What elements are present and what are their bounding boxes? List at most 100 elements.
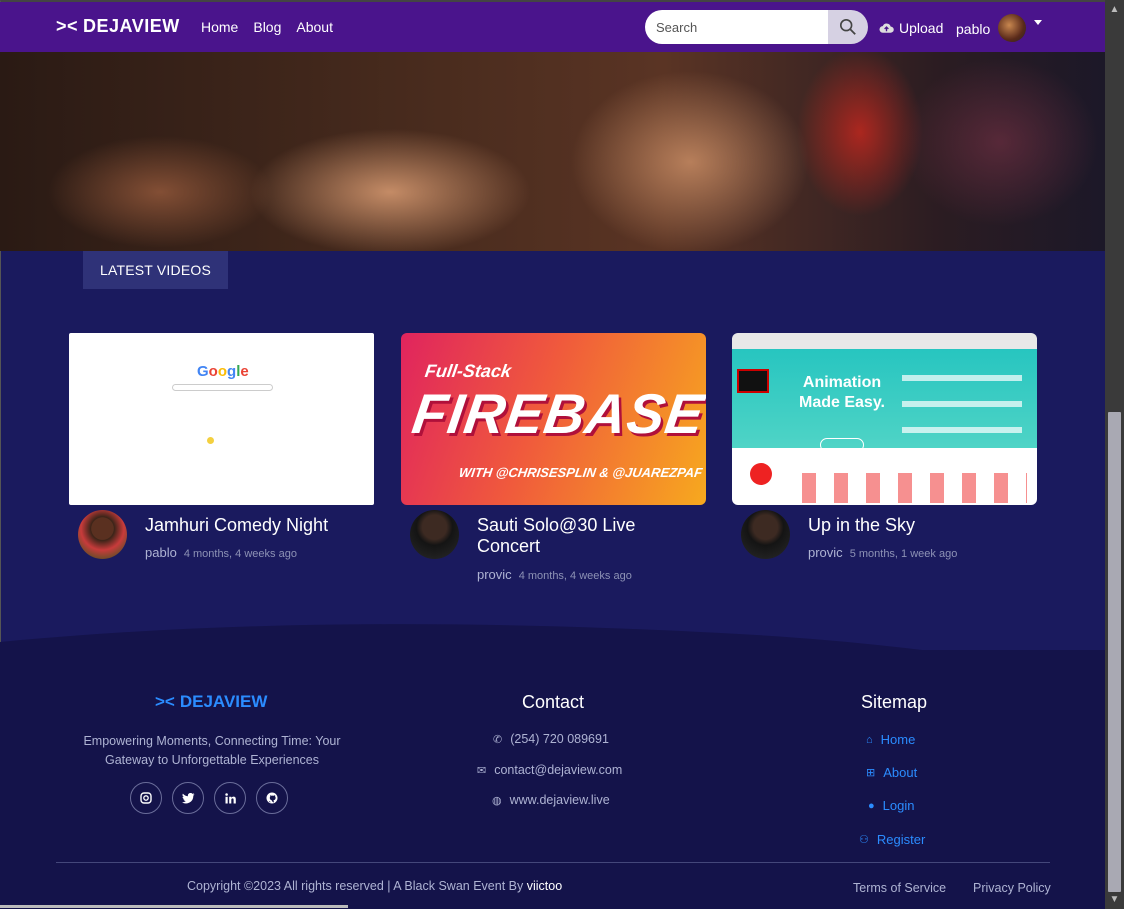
contact-email[interactable]: ✉ contact@dejaview.com xyxy=(477,763,622,777)
footer-brand-name: DEJAVIEW xyxy=(179,692,268,711)
contact-website[interactable]: ◍ www.dejaview.live xyxy=(492,793,610,807)
brand-logo[interactable]: >< DEJAVIEW xyxy=(56,16,180,37)
sitemap-title: Sitemap xyxy=(861,692,928,712)
video-byline: provic 5 months, 1 week ago xyxy=(808,545,957,560)
sitemap-label: Register xyxy=(876,832,926,847)
author-avatar[interactable] xyxy=(78,510,127,559)
video-thumbnail[interactable]: Animation Made Easy. xyxy=(732,333,1037,505)
video-meta: Jamhuri Comedy Night pablo 4 months, 4 we… xyxy=(69,505,374,585)
footer-tagline: Empowering Moments, Connecting Time: You… xyxy=(83,734,341,767)
thumbnail-text: WITH @CHRISESPLIN & @JUAREZPAF xyxy=(457,465,704,480)
navbar: >< DEJAVIEW Home Blog About Upload pablo xyxy=(0,2,1106,52)
nav-home-link[interactable]: Home xyxy=(201,19,238,35)
video-age: 5 months, 1 week ago xyxy=(849,548,958,560)
contact-phone[interactable]: ✆ (254) 720 089691 xyxy=(493,732,609,746)
cursor-highlight xyxy=(207,437,214,444)
brand-mark-icon: >< xyxy=(155,692,175,711)
sitemap-about-link[interactable]: ⊞ About xyxy=(866,765,917,780)
website-text: www.dejaview.live xyxy=(509,793,610,807)
video-title[interactable]: Jamhuri Comedy Night xyxy=(145,515,355,536)
thumbnail-row xyxy=(902,375,1022,381)
brand-mark-icon: >< xyxy=(56,16,79,36)
video-thumbnail[interactable]: Google xyxy=(69,333,374,505)
phone-text: (254) 720 089691 xyxy=(510,732,609,746)
copyright-text: Copyright ©2023 All rights reserved | A … xyxy=(187,879,562,893)
envelope-icon: ✉ xyxy=(477,764,487,777)
thumbnail-text: Animation Made Easy. xyxy=(799,374,885,411)
video-author[interactable]: pablo xyxy=(145,545,177,560)
footer xyxy=(0,650,1106,909)
sitemap-label: Login xyxy=(882,798,915,813)
thumbnail-table xyxy=(802,473,1027,503)
twitter-icon[interactable] xyxy=(172,782,204,814)
scroll-up-icon[interactable]: ▲ xyxy=(1105,2,1124,18)
search-button[interactable] xyxy=(828,10,868,44)
video-byline: provic 4 months, 4 weeks ago xyxy=(477,567,632,582)
video-title[interactable]: Up in the Sky xyxy=(808,515,1018,536)
video-age: 4 months, 4 weeks ago xyxy=(183,548,297,560)
user-menu[interactable]: pablo xyxy=(956,14,1043,42)
copyright-label: Copyright ©2023 All rights reserved | A … xyxy=(187,879,524,893)
thumbnail-text: Full-Stack xyxy=(423,361,513,381)
sitemap-register-link[interactable]: ⚇ Register xyxy=(859,832,925,847)
linkedin-icon[interactable] xyxy=(214,782,246,814)
video-card[interactable]: Google Jamhuri Comedy Night pablo 4 month… xyxy=(69,333,374,585)
latest-videos-tab[interactable]: LATEST VIDEOS xyxy=(83,251,228,289)
video-card[interactable]: Animation Made Easy. Up in the Sky provi… xyxy=(732,333,1037,585)
user-icon: ● xyxy=(868,799,875,812)
thumbnail-row xyxy=(902,427,1022,433)
hero-banner xyxy=(0,52,1106,251)
sitemap-label: Home xyxy=(880,732,916,747)
thumbnail-button xyxy=(820,438,864,452)
user-avatar xyxy=(998,14,1027,42)
video-card[interactable]: Full-Stack FIREBASE WITH @CHRISESPLIN & … xyxy=(401,333,706,585)
author-avatar[interactable] xyxy=(741,510,790,559)
nav-blog-link[interactable]: Blog xyxy=(253,19,281,35)
instagram-icon[interactable] xyxy=(130,782,162,814)
sitemap-label: About xyxy=(883,765,918,780)
cloud-upload-icon xyxy=(879,23,894,33)
author-link[interactable]: viictoo xyxy=(527,879,562,893)
video-thumbnail[interactable]: Full-Stack FIREBASE WITH @CHRISESPLIN & … xyxy=(401,333,706,505)
thumbnail-row xyxy=(902,401,1022,407)
nav-about-link[interactable]: About xyxy=(296,19,333,35)
sitemap-login-link[interactable]: ● Login xyxy=(868,798,914,813)
globe-icon: ◍ xyxy=(492,794,502,807)
thumbnail-badge xyxy=(750,463,772,485)
scroll-thumb[interactable] xyxy=(1108,412,1121,892)
privacy-link[interactable]: Privacy Policy xyxy=(973,881,1051,895)
video-age: 4 months, 4 weeks ago xyxy=(518,570,632,582)
footer-brand-logo[interactable]: >< DEJAVIEW xyxy=(155,692,267,712)
video-title[interactable]: Sauti Solo@30 Live Concert xyxy=(477,515,687,557)
thumbnail-text: FIREBASE xyxy=(408,382,706,445)
upload-label: Upload xyxy=(899,20,944,36)
thumbnail-text: Google xyxy=(197,363,249,380)
vertical-scrollbar[interactable]: ▲ ▼ xyxy=(1105,0,1124,909)
social-links xyxy=(130,782,288,814)
home-icon: ⌂ xyxy=(866,733,873,746)
footer-divider xyxy=(56,862,1050,863)
search-bar xyxy=(645,10,868,44)
video-author[interactable]: provic xyxy=(477,567,512,582)
nav-links: Home Blog About xyxy=(201,19,333,35)
brand-name: DEJAVIEW xyxy=(83,16,180,36)
author-avatar[interactable] xyxy=(410,510,459,559)
video-byline: pablo 4 months, 4 weeks ago xyxy=(145,545,297,560)
thumbnail-logo xyxy=(737,369,769,393)
upload-link[interactable]: Upload xyxy=(879,20,943,36)
sitemap-home-link[interactable]: ⌂ Home xyxy=(866,732,915,747)
email-text: contact@dejaview.com xyxy=(494,763,623,777)
video-meta: Sauti Solo@30 Live Concert provic 4 month… xyxy=(401,505,706,585)
video-author[interactable]: provic xyxy=(808,545,843,560)
video-meta: Up in the Sky provic 5 months, 1 week ago xyxy=(732,505,1037,585)
scroll-down-icon[interactable]: ▼ xyxy=(1105,892,1124,908)
caret-down-icon xyxy=(1034,19,1043,25)
search-input[interactable] xyxy=(645,10,828,44)
github-icon[interactable] xyxy=(256,782,288,814)
info-square-icon: ⊞ xyxy=(866,767,876,779)
horizontal-scrollbar[interactable] xyxy=(0,905,348,908)
terms-link[interactable]: Terms of Service xyxy=(853,881,946,895)
contact-title: Contact xyxy=(522,692,585,712)
phone-icon: ✆ xyxy=(493,733,503,746)
search-icon xyxy=(839,18,856,35)
